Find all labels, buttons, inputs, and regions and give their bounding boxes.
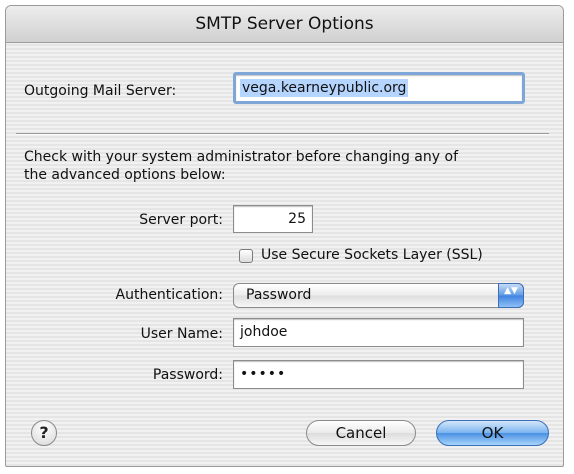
authentication-selected-value: Password	[246, 287, 312, 303]
dialog-title: SMTP Server Options	[195, 14, 374, 34]
server-port-input[interactable]: 25	[233, 205, 313, 233]
ssl-checkbox-label: Use Secure Sockets Layer (SSL)	[261, 247, 483, 263]
user-name-input[interactable]: johdoe	[233, 318, 524, 347]
notice-text-line-1: Check with your system administrator bef…	[24, 149, 458, 165]
password-input[interactable]: •••••	[233, 360, 524, 389]
authentication-select[interactable]: Password ▲▼	[233, 283, 524, 308]
divider	[16, 133, 549, 135]
smtp-server-options-dialog: SMTP Server Options Outgoing Mail Server…	[5, 5, 564, 467]
cancel-button[interactable]: Cancel	[306, 420, 416, 446]
title-bar: SMTP Server Options	[6, 6, 563, 43]
password-label: Password:	[152, 367, 223, 383]
outgoing-server-value: vega.kearneypublic.org	[240, 79, 409, 97]
help-button[interactable]: ?	[31, 420, 57, 446]
authentication-label: Authentication:	[115, 287, 224, 303]
server-port-label: Server port:	[139, 212, 223, 228]
notice-text-line-2: the advanced options below:	[24, 167, 226, 183]
outgoing-server-label: Outgoing Mail Server:	[24, 83, 177, 99]
popup-arrows-icon: ▲▼	[498, 283, 524, 308]
user-name-label: User Name:	[140, 326, 223, 342]
ok-button[interactable]: OK	[436, 420, 549, 446]
outgoing-server-input[interactable]: vega.kearneypublic.org	[233, 72, 525, 104]
ssl-checkbox[interactable]	[239, 249, 253, 263]
